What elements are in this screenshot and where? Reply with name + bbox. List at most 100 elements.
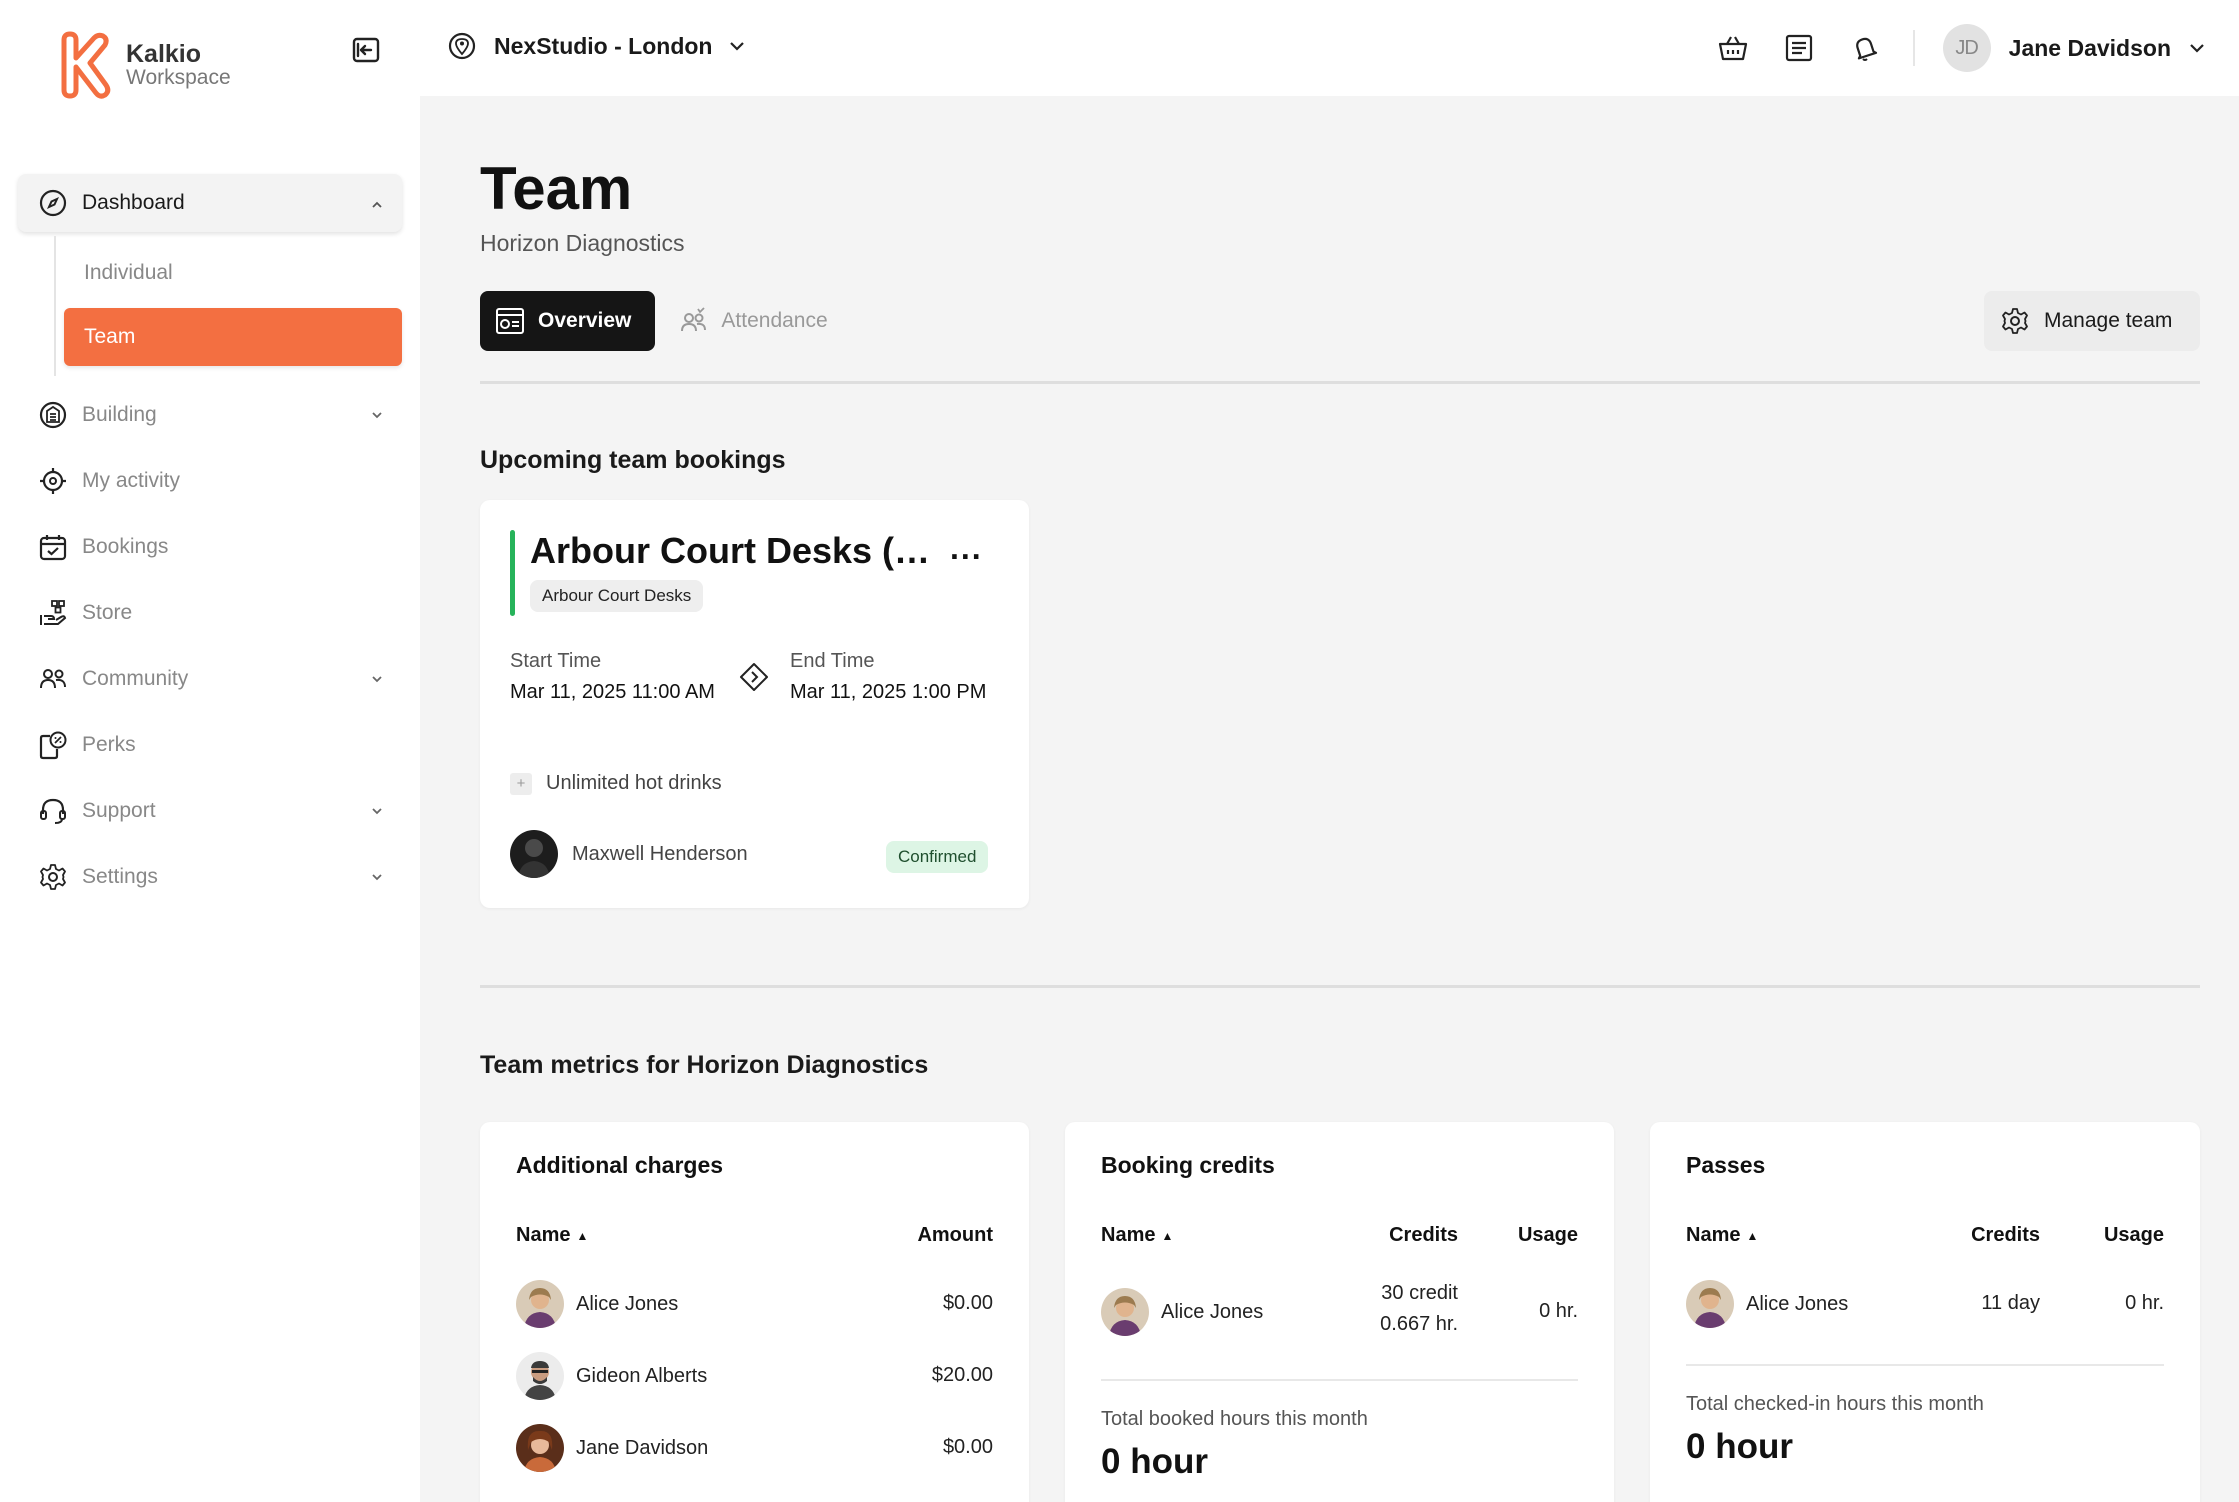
top-actions: JD Jane Davidson (1685, 20, 2209, 76)
amount-header: Amount (917, 1224, 993, 1246)
sidebar-item-label: Community (82, 667, 189, 690)
sidebar-item-store[interactable]: Store (18, 582, 402, 644)
sidebar-item-label: Support (82, 799, 156, 822)
perks-icon (36, 728, 70, 762)
sidebar-item-perks[interactable]: Perks (18, 714, 402, 776)
start-time-label: Start Time (510, 650, 602, 672)
sort-by-name-header[interactable]: Name ▲ (1101, 1224, 1173, 1247)
total-label: Total checked-in hours this month (1686, 1393, 1984, 1415)
overview-icon (494, 305, 526, 337)
card-title: Additional charges (516, 1152, 724, 1178)
sidebar-item-community[interactable]: Community (18, 648, 402, 710)
avatar (516, 1352, 564, 1400)
usage-header: Usage (2103, 1224, 2164, 1246)
building-icon (36, 398, 70, 432)
table-row: Alice Jones (516, 1280, 678, 1328)
tab-attendance[interactable]: Attendance (663, 291, 851, 351)
sidebar-item-building[interactable]: Building (18, 384, 402, 446)
sort-by-name-header[interactable]: Name ▲ (516, 1224, 588, 1247)
people-icon (36, 662, 70, 696)
sidebar-item-my-activity[interactable]: My activity (18, 450, 402, 512)
booking-status-bar (510, 530, 515, 616)
tab-label: Attendance (721, 309, 828, 332)
table-row: Alice Jones (1686, 1280, 1848, 1328)
avatar (516, 1424, 564, 1472)
collapse-sidebar-button[interactable] (350, 34, 382, 66)
sidebar-subitem-individual[interactable]: Individual (64, 244, 402, 302)
usage-header: Usage (1517, 1224, 1578, 1246)
page-title: Team (480, 155, 633, 222)
sidebar-item-label: Building (82, 403, 157, 426)
booking-credits-card: Booking credits Name ▲ Credits Usage Alic… (1065, 1122, 1614, 1502)
booking-extra-label: Unlimited hot drinks (546, 772, 722, 794)
sidebar-item-dashboard[interactable]: Dashboard (18, 174, 402, 232)
sidebar-item-bookings[interactable]: Bookings (18, 516, 402, 578)
booking-card[interactable]: Arbour Court Desks (Desk 4) ... Arbour C… (480, 500, 1029, 908)
sidebar-item-label: My activity (82, 469, 181, 492)
avatar (1101, 1288, 1149, 1336)
compass-icon (36, 186, 70, 220)
divider (1686, 1364, 2164, 1366)
more-options-button[interactable]: ... (950, 530, 983, 567)
chevron-down-icon (366, 668, 388, 690)
avatar (1686, 1280, 1734, 1328)
sidebar-item-settings[interactable]: Settings (18, 846, 402, 908)
user-name[interactable]: Jane Davidson (2009, 35, 2171, 62)
chevron-down-icon[interactable] (2185, 36, 2209, 60)
amount-value: $0.00 (942, 1292, 993, 1314)
sidebar-item-label: Store (82, 601, 133, 624)
divider (480, 381, 2200, 384)
collapse-icon (352, 37, 380, 63)
document-icon[interactable] (1781, 30, 1817, 66)
headset-icon (36, 794, 70, 828)
booking-member: Maxwell Henderson (510, 830, 748, 878)
credits-hours-value: 0.667 hr. (1380, 1313, 1458, 1335)
table-row: Gideon Alberts (516, 1352, 707, 1400)
sidebar-nav: Dashboard Individual Team Building My ac… (18, 174, 402, 912)
sidebar-item-label: Dashboard (82, 191, 185, 214)
end-time-value: Mar 11, 2025 1:00 PM (790, 681, 987, 703)
booking-resource-tag: Arbour Court Desks (530, 580, 704, 612)
avatar (516, 1280, 564, 1328)
brand-name: Kalkio (126, 39, 202, 68)
sidebar-item-label: Bookings (82, 535, 169, 558)
usage-value: 0 hr. (1539, 1300, 1578, 1322)
basket-icon[interactable] (1715, 30, 1751, 66)
location-selector[interactable]: NexStudio - London (446, 30, 748, 62)
credits-header: Credits (1389, 1224, 1458, 1246)
team-metrics-heading: Team metrics for Horizon Diagnostics (480, 1051, 929, 1079)
member-name: Alice Jones (576, 1292, 679, 1315)
sort-asc-icon: ▲ (1746, 1228, 1759, 1243)
end-time-label: End Time (790, 650, 875, 672)
passes-card: Passes Name ▲ Credits Usage Alice Jones 1… (1650, 1122, 2200, 1502)
divider (1912, 30, 1915, 66)
manage-team-button[interactable]: Manage team (1984, 291, 2200, 351)
tab-label: Overview (538, 309, 632, 332)
brand-logo[interactable]: Kalkio Workspace (56, 30, 231, 100)
sidebar-subitem-team[interactable]: Team (64, 308, 402, 366)
total-value: 0 hour (1101, 1442, 1208, 1481)
sidebar: Kalkio Workspace Dashboard Individual Te… (0, 0, 420, 1502)
location-pin-icon (446, 30, 478, 62)
tab-overview[interactable]: Overview (480, 291, 656, 351)
crosshair-icon (36, 464, 70, 498)
bell-icon[interactable] (1847, 30, 1883, 66)
calendar-icon (36, 530, 70, 564)
chevron-down-icon (366, 404, 388, 426)
manage-team-label: Manage team (2044, 309, 2173, 332)
store-icon (36, 596, 70, 630)
divider (480, 985, 2200, 988)
sort-by-name-header[interactable]: Name ▲ (1686, 1224, 1758, 1247)
sidebar-item-label: Settings (82, 865, 158, 888)
page-subtitle: Horizon Diagnostics (480, 230, 685, 256)
user-avatar[interactable]: JD (1942, 24, 1991, 72)
gear-icon (36, 860, 70, 894)
card-title: Passes (1686, 1152, 1766, 1178)
booking-title: Arbour Court Desks (Desk 4) (530, 530, 950, 571)
credits-value: 30 credit (1381, 1282, 1458, 1304)
sidebar-item-support[interactable]: Support (18, 780, 402, 842)
total-value: 0 hour (1686, 1427, 1793, 1466)
sidebar-item-label: Perks (82, 733, 136, 756)
member-name: Jane Davidson (576, 1436, 709, 1459)
usage-value: 0 hr. (2125, 1292, 2164, 1314)
